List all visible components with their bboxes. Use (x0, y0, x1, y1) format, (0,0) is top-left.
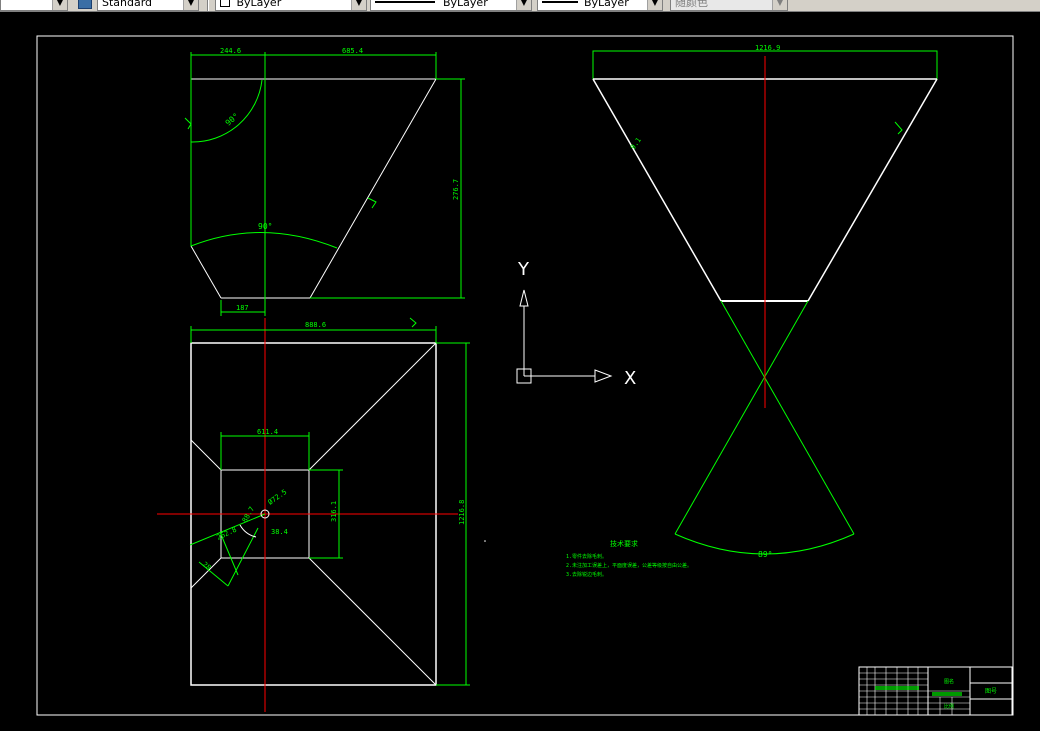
dim-cone-side: 9.1 (629, 136, 643, 151)
dim-inner-top: 611.4 (257, 428, 278, 436)
dim-inner-bottom: 38.4 (271, 528, 288, 536)
dim-inner-side: 316.1 (330, 501, 338, 522)
dim-top-right: 685.4 (342, 47, 363, 55)
ucs-x-label: X (624, 368, 636, 389)
title-cell-b: 比例 (944, 703, 954, 710)
cone-view (592, 50, 938, 555)
drawing-canvas[interactable]: 244.6 685.4 90° 90° 276.7 187 888.6 1216… (0, 0, 1040, 731)
dim-bottom-small: 187 (236, 304, 249, 312)
dim-plan-side: 1216.8 (458, 500, 466, 525)
stray-point (484, 540, 486, 542)
dim-diag-a: Ø72.5 (267, 488, 289, 507)
dim-diag-c: 88.7 (241, 505, 256, 524)
notes-line-2: 2.未注加工误差上，平面度误差，公差等级按自由公差。 (566, 562, 692, 569)
title-cell-c: 图号 (985, 688, 997, 695)
dim-cone-top: 1216.9 (755, 44, 780, 52)
dim-plan-top: 888.6 (305, 321, 326, 329)
ucs-icon (516, 289, 613, 384)
dim-right-height: 276.7 (452, 179, 460, 200)
dim-diag-b: 262.8 (215, 526, 237, 542)
plan-view (157, 317, 470, 712)
elevation-view (184, 52, 465, 316)
title-cell-a: 图名 (944, 678, 954, 685)
dim-top-left: 244.6 (220, 47, 241, 55)
notes-title: 技术要求 (610, 539, 638, 548)
dim-cone-arc: 89° (758, 550, 772, 559)
ucs-y-label: Y (517, 259, 530, 280)
dim-diag-d: 28 (201, 560, 213, 572)
notes-line-3: 3.去除锐边毛刺。 (566, 571, 607, 578)
notes-line-1: 1.零件去除毛刺。 (566, 553, 607, 560)
dim-angle-arc: 90° (258, 222, 272, 231)
